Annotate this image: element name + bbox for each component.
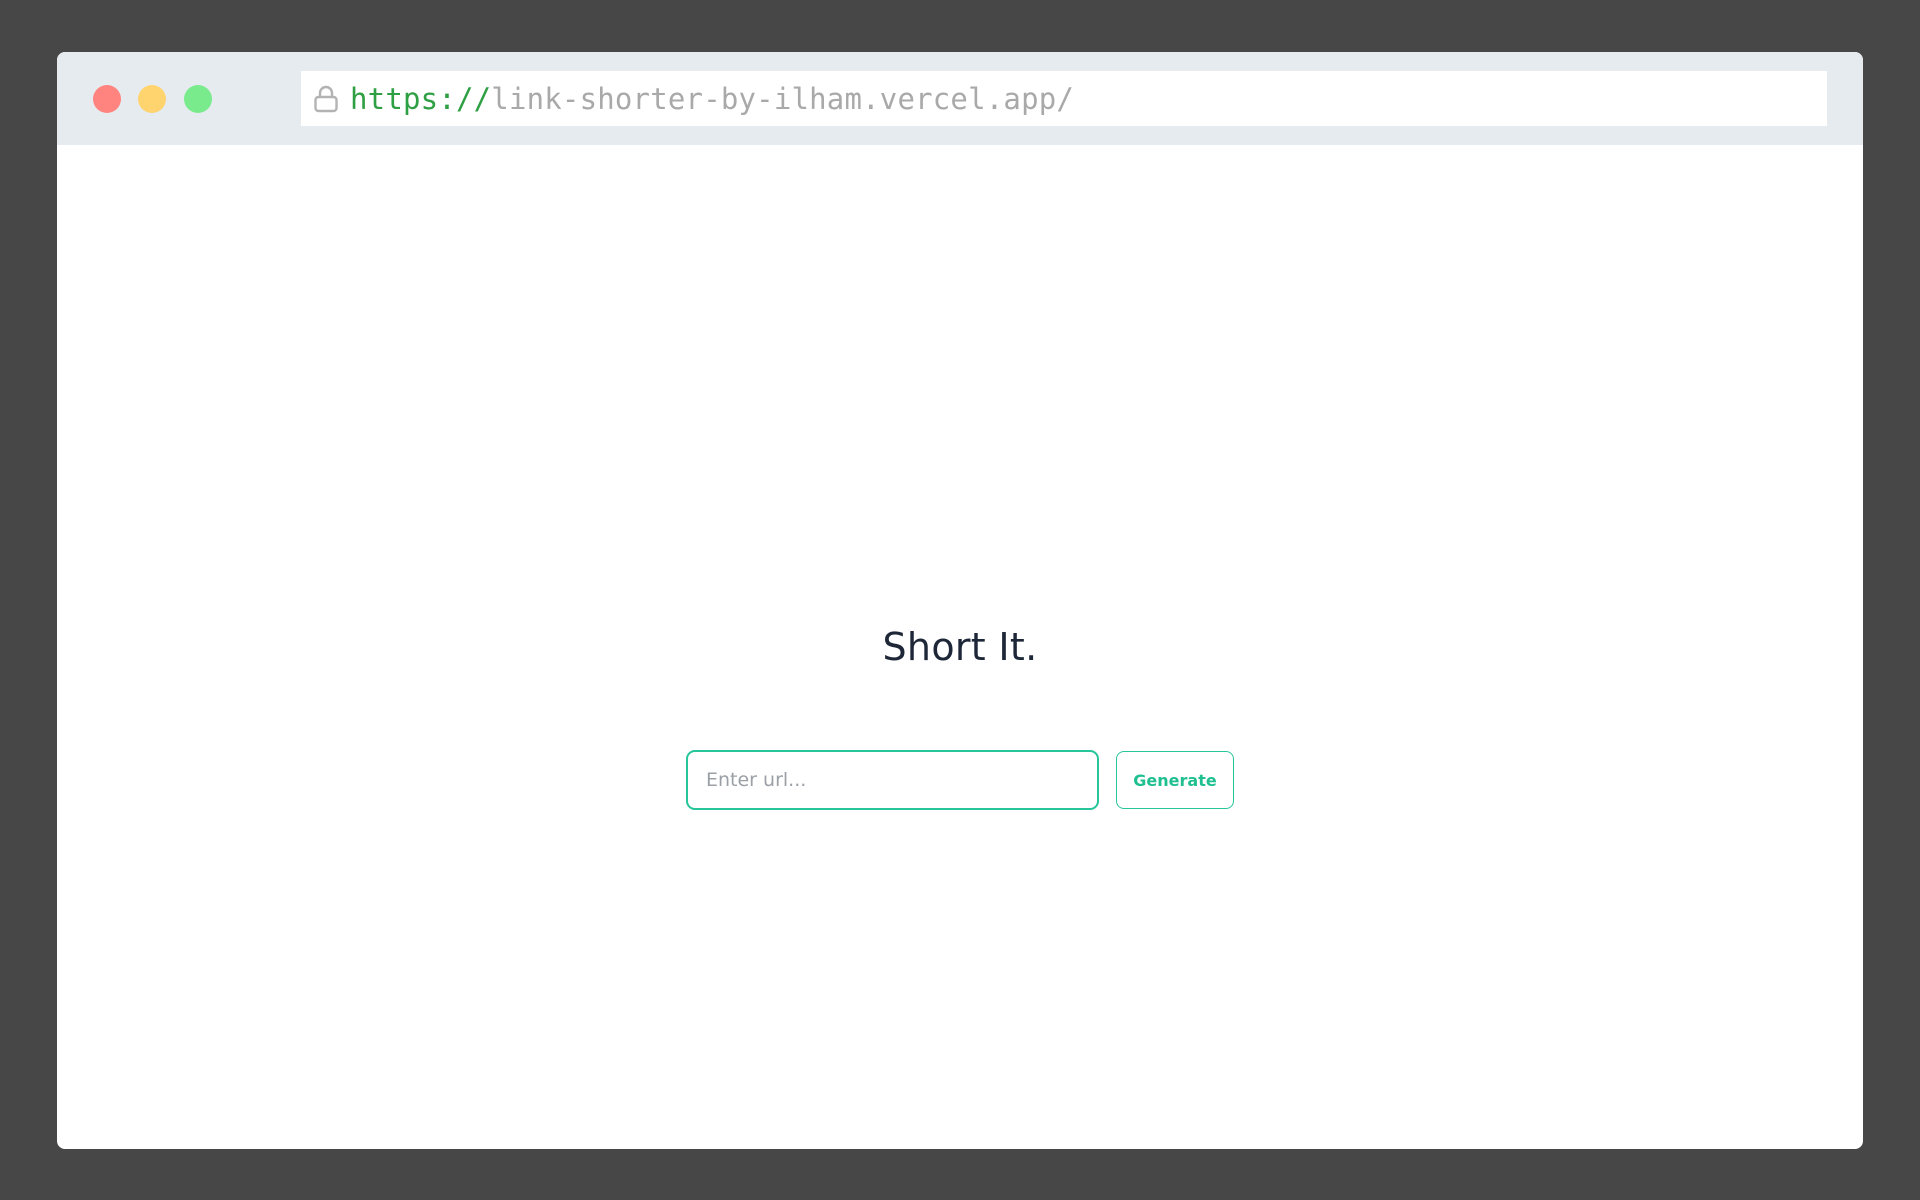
maximize-window-button[interactable] xyxy=(184,85,212,113)
url-host: link-shorter-by-ilham.vercel.app/ xyxy=(491,81,1075,116)
page-content: Short It. Generate xyxy=(57,145,1863,1149)
address-url[interactable]: https://link-shorter-by-ilham.vercel.app… xyxy=(350,82,1074,116)
minimize-window-button[interactable] xyxy=(138,85,166,113)
browser-window: https://link-shorter-by-ilham.vercel.app… xyxy=(57,52,1863,1149)
url-input[interactable] xyxy=(686,750,1099,810)
browser-titlebar: https://link-shorter-by-ilham.vercel.app… xyxy=(57,52,1863,145)
address-bar[interactable]: https://link-shorter-by-ilham.vercel.app… xyxy=(301,71,1827,126)
url-scheme: https:// xyxy=(350,81,492,116)
close-window-button[interactable] xyxy=(93,85,121,113)
lock-icon xyxy=(313,84,339,114)
page-title: Short It. xyxy=(882,625,1038,669)
generate-button[interactable]: Generate xyxy=(1116,751,1234,809)
